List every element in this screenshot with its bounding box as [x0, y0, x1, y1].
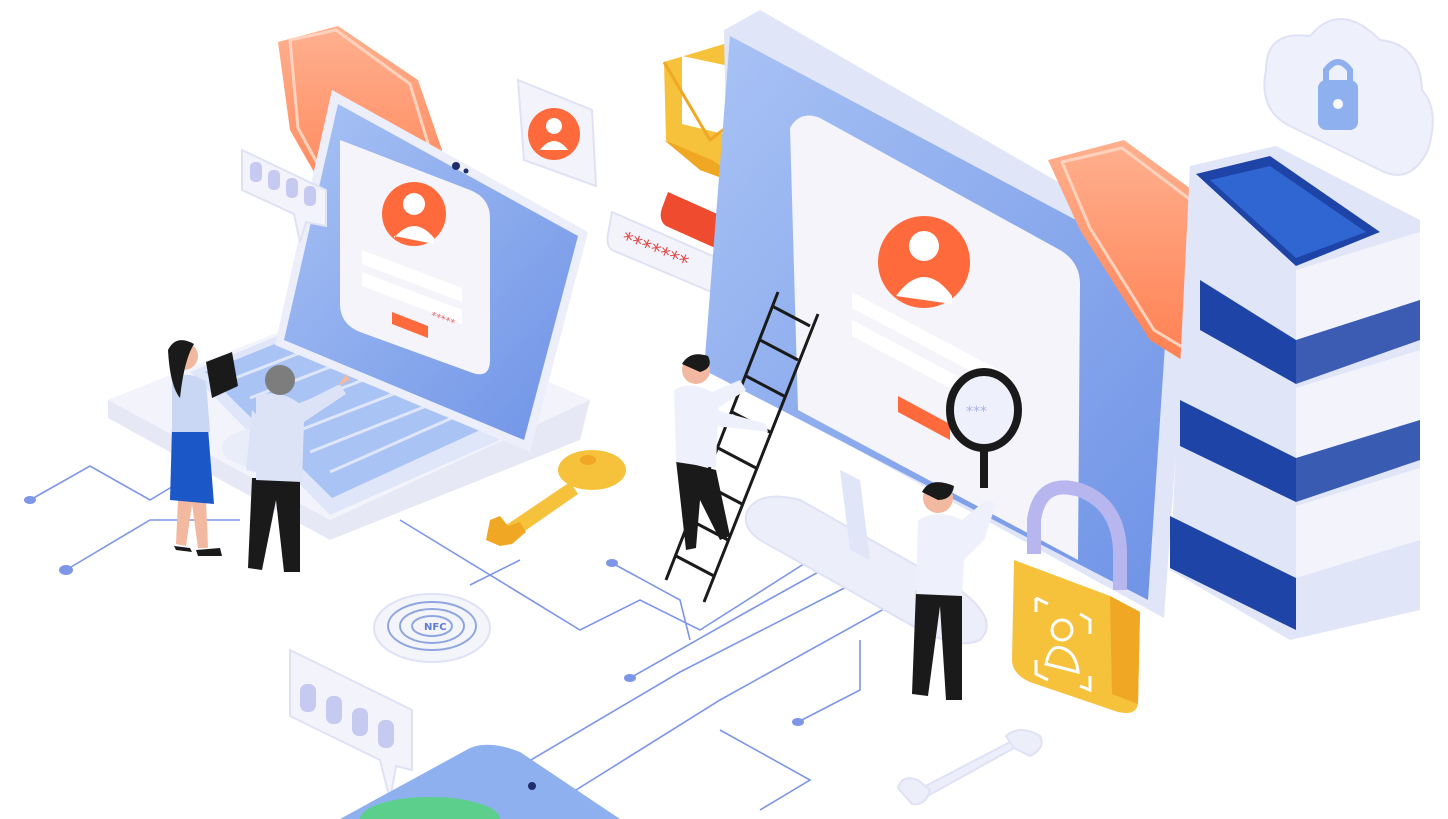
server-rack: [1170, 146, 1420, 640]
wrench-icon: [896, 729, 1043, 806]
nfc-tag: NFC: [373, 593, 491, 663]
security-illustration: ***** ******* NFC ***: [24, 10, 1434, 819]
chat-bubble-bottom: [289, 648, 413, 801]
person-magnifier: [912, 482, 996, 700]
cloud-lock-icon: [1263, 18, 1434, 176]
nfc-label: NFC: [424, 622, 447, 633]
magnified-password-mask: ***: [966, 404, 987, 420]
user-avatar-card: [516, 78, 598, 188]
